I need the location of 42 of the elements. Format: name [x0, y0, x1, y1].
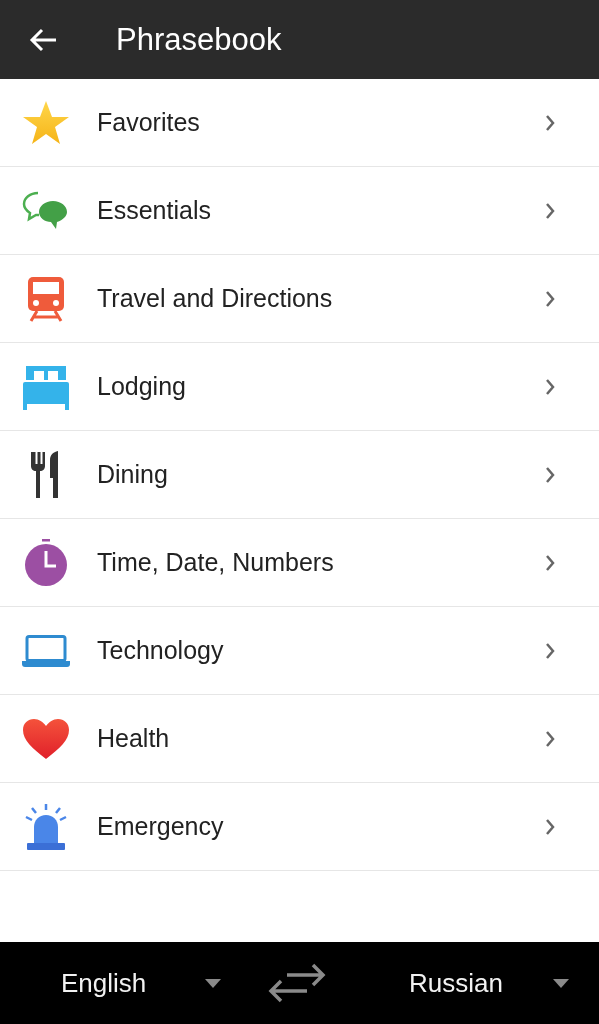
category-label: Favorites	[97, 108, 201, 137]
siren-icon	[24, 802, 68, 851]
dropdown-caret-icon	[205, 978, 221, 988]
category-label: Essentials	[97, 196, 212, 225]
source-language-dropdown[interactable]: English	[61, 961, 221, 1005]
category-label: Dining	[97, 460, 169, 489]
category-label: Emergency	[97, 812, 225, 841]
category-row[interactable]: Technology	[0, 607, 599, 695]
category-row[interactable]: Favorites	[0, 79, 599, 167]
category-row[interactable]: Dining	[0, 431, 599, 519]
category-label: Lodging	[97, 372, 187, 401]
stopwatch-icon	[24, 538, 68, 587]
chevron-right-icon	[545, 289, 555, 308]
laptop-icon	[22, 634, 70, 667]
category-row[interactable]: Travel and Directions	[0, 255, 599, 343]
chevron-right-icon	[545, 641, 555, 660]
swap-arrows-icon	[267, 962, 327, 1004]
screen-title: Phrasebook	[116, 21, 282, 58]
train-icon	[27, 275, 65, 322]
chevron-right-icon	[545, 729, 555, 748]
category-label: Technology	[97, 636, 225, 665]
category-row[interactable]: Lodging	[0, 343, 599, 431]
target-language-dropdown[interactable]: Russian	[409, 961, 569, 1005]
category-row[interactable]: Emergency	[0, 783, 599, 871]
star-icon	[22, 99, 70, 146]
category-row[interactable]: Time, Date, Numbers	[0, 519, 599, 607]
dropdown-caret-icon	[553, 978, 569, 988]
speech-bubbles-icon	[22, 190, 70, 231]
chevron-right-icon	[545, 113, 555, 132]
chevron-right-icon	[545, 553, 555, 572]
category-label: Health	[97, 724, 171, 753]
category-label: Travel and Directions	[97, 284, 334, 313]
category-row[interactable]: Essentials	[0, 167, 599, 255]
heart-icon	[22, 717, 70, 760]
back-arrow-icon	[29, 27, 57, 52]
category-row[interactable]: Health	[0, 695, 599, 783]
bed-icon	[22, 363, 70, 410]
chevron-right-icon	[545, 817, 555, 836]
category-label: Time, Date, Numbers	[97, 548, 335, 577]
chevron-right-icon	[545, 377, 555, 396]
chevron-right-icon	[545, 465, 555, 484]
chevron-right-icon	[545, 201, 555, 220]
